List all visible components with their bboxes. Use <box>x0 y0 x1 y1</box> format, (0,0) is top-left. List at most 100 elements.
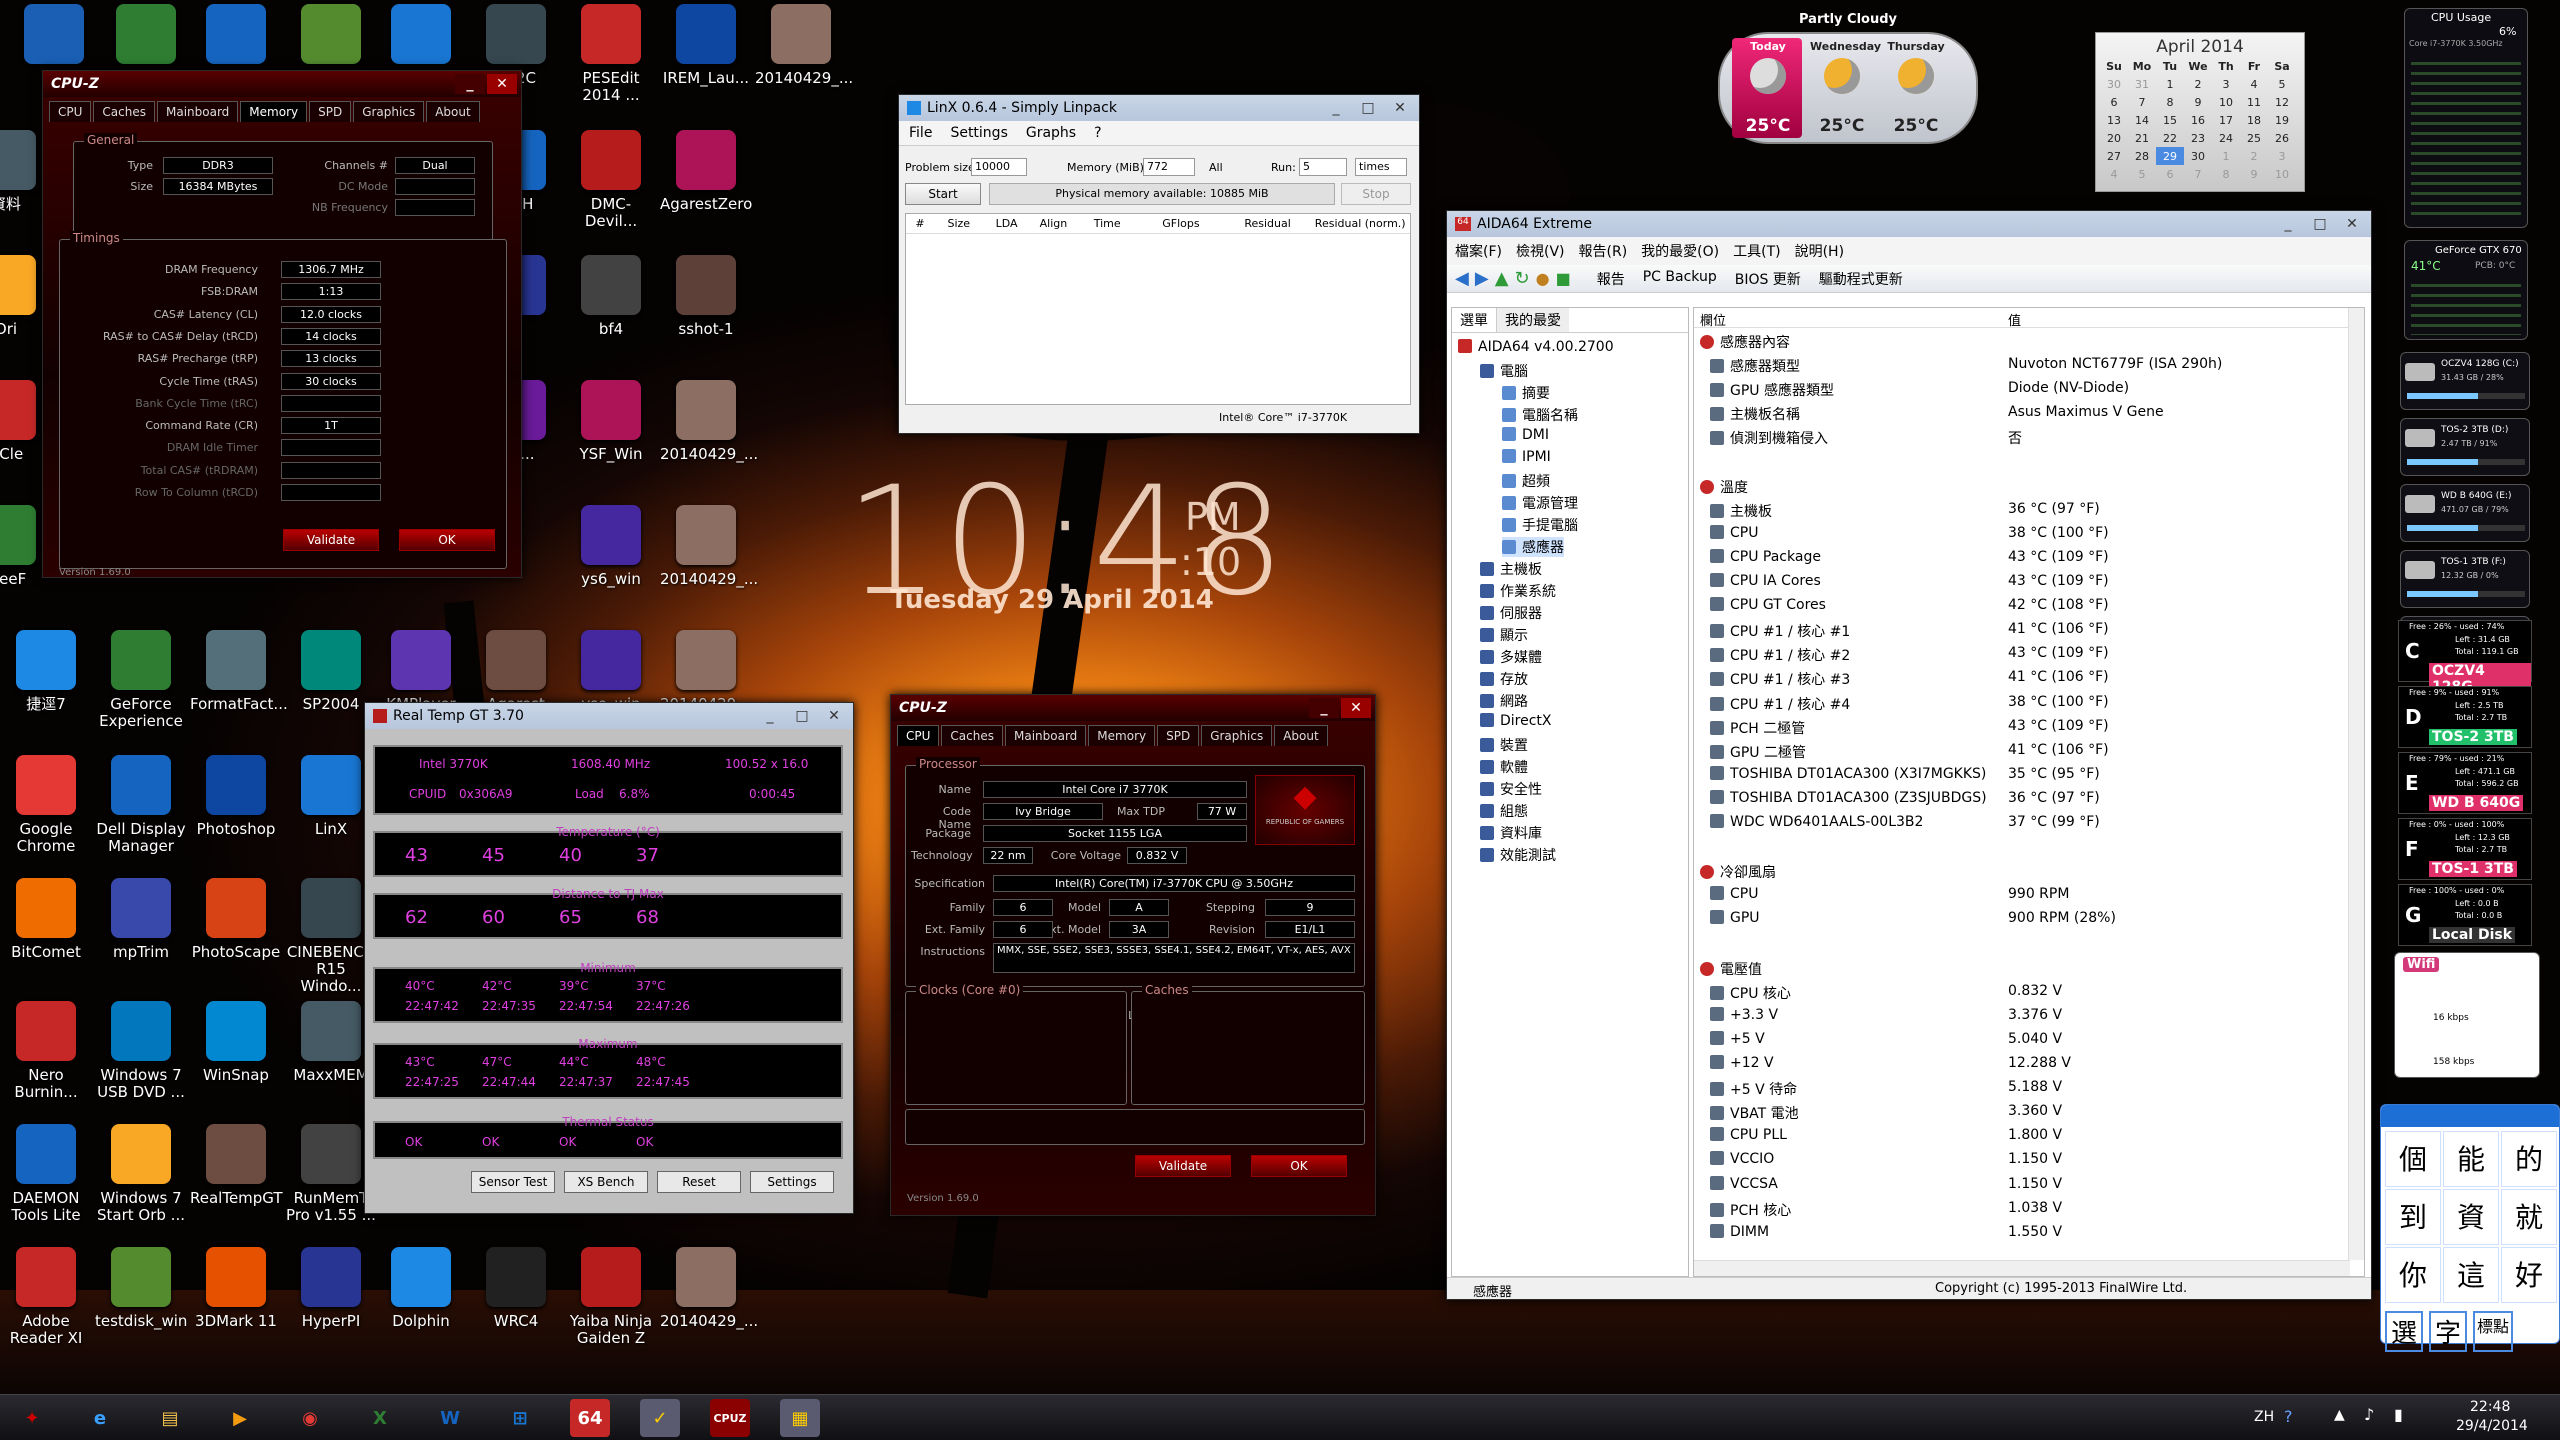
desktop-icon[interactable]: Google Chrome <box>0 755 92 855</box>
sensor-row[interactable]: WDC WD6401AALS-00L3B2 <box>1710 814 1923 830</box>
calendar-day[interactable]: 30 <box>2100 75 2128 93</box>
clock-date-tray[interactable]: 29/4/2014 <box>2456 1418 2528 1434</box>
tab-cpu[interactable]: CPU <box>49 101 92 122</box>
ime-candidate[interactable]: 個 <box>2385 1131 2441 1187</box>
toolbar-button[interactable]: PC Backup <box>1643 269 1717 289</box>
taskbar-explorer-icon[interactable]: ▤ <box>150 1399 190 1437</box>
taskbar-app-icon[interactable]: ⊞ <box>500 1399 540 1437</box>
calendar-day[interactable]: 7 <box>2184 165 2212 183</box>
desktop-icon[interactable]: PhotoScape <box>190 878 282 961</box>
calendar-day[interactable]: 10 <box>2212 93 2240 111</box>
desktop-icon[interactable] <box>285 4 377 70</box>
problem-size-select[interactable]: 10000 <box>971 158 1027 176</box>
disk-usage-tile[interactable]: Free : 26% - used : 74% C Left : 31.4 GB To… <box>2398 620 2532 695</box>
calendar-day[interactable]: 26 <box>2268 129 2296 147</box>
calendar-day[interactable]: 1 <box>2156 75 2184 93</box>
desktop-icon[interactable]: Windows 7 USB DVD ... <box>95 1001 187 1101</box>
ime-punct-key[interactable]: 標點 <box>2473 1311 2514 1352</box>
desktop-icon[interactable]: mpTrim <box>95 878 187 961</box>
back-icon[interactable]: ◀ <box>1455 268 1469 289</box>
xs-bench-button[interactable]: XS Bench <box>564 1171 648 1193</box>
ok-button[interactable]: OK <box>399 529 495 551</box>
forward-icon[interactable]: ▶ <box>1475 268 1489 289</box>
taskbar-excel-icon[interactable]: X <box>360 1399 400 1437</box>
tab-spd[interactable]: SPD <box>309 101 352 122</box>
desktop-icon[interactable]: Dolphin <box>375 1247 467 1330</box>
drive-meter[interactable]: OCZV4 128G (C:) 31.43 GB / 28% <box>2400 352 2530 410</box>
minimize-button[interactable]: _ <box>1321 98 1351 118</box>
tree-item[interactable]: 主機板 <box>1480 559 1542 579</box>
minimize-button[interactable]: _ <box>2273 214 2303 234</box>
close-button[interactable]: ✕ <box>1341 698 1371 718</box>
drive-meter[interactable]: TOS-1 3TB (F:) 12.32 GB / 0% <box>2400 550 2530 608</box>
desktop-icon[interactable]: AgarestZero <box>660 130 752 213</box>
tab-cpu[interactable]: CPU <box>897 725 940 746</box>
ime-candidate[interactable]: 你 <box>2385 1247 2441 1303</box>
close-button[interactable]: ✕ <box>2337 214 2367 234</box>
calendar-day[interactable]: 8 <box>2156 93 2184 111</box>
desktop-icon[interactable]: 20140429_... <box>660 380 758 463</box>
tree-item[interactable]: 資料庫 <box>1480 823 1542 843</box>
desktop-icon[interactable]: sshot-1 <box>660 255 752 338</box>
menu-item[interactable]: File <box>909 125 932 141</box>
title-bar[interactable]: 64 AIDA64 Extreme _ □ ✕ <box>1447 211 2371 237</box>
tray-chevron-icon[interactable]: ▲ <box>2334 1407 2345 1423</box>
taskbar-cpuz-icon[interactable]: CPUZ <box>710 1399 750 1437</box>
desktop-icon[interactable]: PESEdit 2014 ... <box>565 4 657 104</box>
sensor-row[interactable]: +5 V 待命 <box>1710 1079 1797 1099</box>
taskbar-aida64-icon[interactable]: 64 <box>570 1399 610 1437</box>
sensor-row[interactable]: PCH 二極管 <box>1710 718 1805 738</box>
tree-item[interactable]: 組態 <box>1480 801 1528 821</box>
title-bar[interactable]: LinX 0.6.4 - Simply Linpack _ □ ✕ <box>899 95 1419 121</box>
calendar-day[interactable]: 18 <box>2240 111 2268 129</box>
sensor-row[interactable]: TOSHIBA DT01ACA300 (Z3SJUBDGS) <box>1710 789 1987 806</box>
cpuz-cpu-window[interactable]: CPU-Z _ ✕ CPU Caches Mainboard Memory SPD Grap… <box>890 694 1376 1216</box>
sensor-row[interactable]: CPU Package <box>1710 548 1821 565</box>
left-panel-tab[interactable]: 我的最愛 <box>1497 308 1569 332</box>
sensor-row[interactable]: CPU #1 / 核心 #3 <box>1710 669 1850 689</box>
sensor-row[interactable]: CPU <box>1710 886 1758 902</box>
calendar-day[interactable]: 27 <box>2100 147 2128 165</box>
calendar-day[interactable]: 16 <box>2184 111 2212 129</box>
run-input[interactable]: 5 <box>1299 158 1347 176</box>
tab-mainboard[interactable]: Mainboard <box>156 101 239 122</box>
sensor-row[interactable]: CPU 核心 <box>1710 983 1791 1003</box>
tab-spd[interactable]: SPD <box>1157 725 1200 746</box>
desktop-icon[interactable]: RealTempGT <box>190 1124 283 1207</box>
desktop-icon[interactable]: WinSnap <box>190 1001 282 1084</box>
desktop-icon[interactable]: 20140429_... <box>660 505 758 588</box>
calendar-day[interactable]: 9 <box>2184 93 2212 111</box>
sensor-row[interactable]: VBAT 電池 <box>1710 1103 1799 1123</box>
tab-about[interactable]: About <box>426 101 480 122</box>
column-header[interactable]: LDA <box>984 217 1030 230</box>
calendar-day[interactable]: 10 <box>2268 165 2296 183</box>
value-column-header[interactable]: 值 <box>2008 310 2021 329</box>
realtemp-window[interactable]: Real Temp GT 3.70 _ □ ✕ Intel 3770K 1608.4… <box>364 702 854 1214</box>
start-button[interactable]: Start <box>905 183 981 205</box>
calendar-day[interactable]: 12 <box>2268 93 2296 111</box>
calendar-day[interactable]: 9 <box>2240 165 2268 183</box>
desktop-icon[interactable]: YSF_Win <box>565 380 657 463</box>
drive-meter[interactable]: TOS-2 3TB (D:) 2.47 TB / 91% <box>2400 418 2530 476</box>
menu-item[interactable]: 工具(T) <box>1733 241 1780 261</box>
desktop-icon[interactable]: 20140429_... <box>660 1247 758 1330</box>
ime-candidate[interactable]: 資 <box>2443 1189 2499 1245</box>
calendar-day[interactable]: 11 <box>2240 93 2268 111</box>
calendar-day[interactable]: 21 <box>2128 129 2156 147</box>
sensor-row[interactable]: GPU 二極管 <box>1710 742 1806 762</box>
calendar-day[interactable]: 20 <box>2100 129 2128 147</box>
close-button[interactable]: ✕ <box>819 706 849 726</box>
tree-item[interactable]: DirectX <box>1480 713 1552 729</box>
tree-item[interactable]: 顯示 <box>1480 625 1528 645</box>
section-header[interactable]: 電壓值 <box>1700 959 1762 979</box>
calendar-day[interactable]: 29 <box>2156 147 2184 165</box>
disk-usage-tile[interactable]: Free : 9% - used : 91% D Left : 2.5 TB Tota… <box>2398 686 2532 748</box>
calendar-day[interactable]: 1 <box>2212 147 2240 165</box>
tree-item[interactable]: 電腦名稱 <box>1502 405 1578 425</box>
section-header[interactable]: 冷卻風扇 <box>1700 862 1776 882</box>
title-bar[interactable]: Real Temp GT 3.70 _ □ ✕ <box>365 703 853 729</box>
column-header[interactable]: GFlops <box>1137 217 1225 230</box>
memory-select[interactable]: 772 <box>1143 158 1195 176</box>
validate-button[interactable]: Validate <box>1135 1155 1231 1177</box>
sensor-row[interactable]: PCH 核心 <box>1710 1200 1791 1220</box>
